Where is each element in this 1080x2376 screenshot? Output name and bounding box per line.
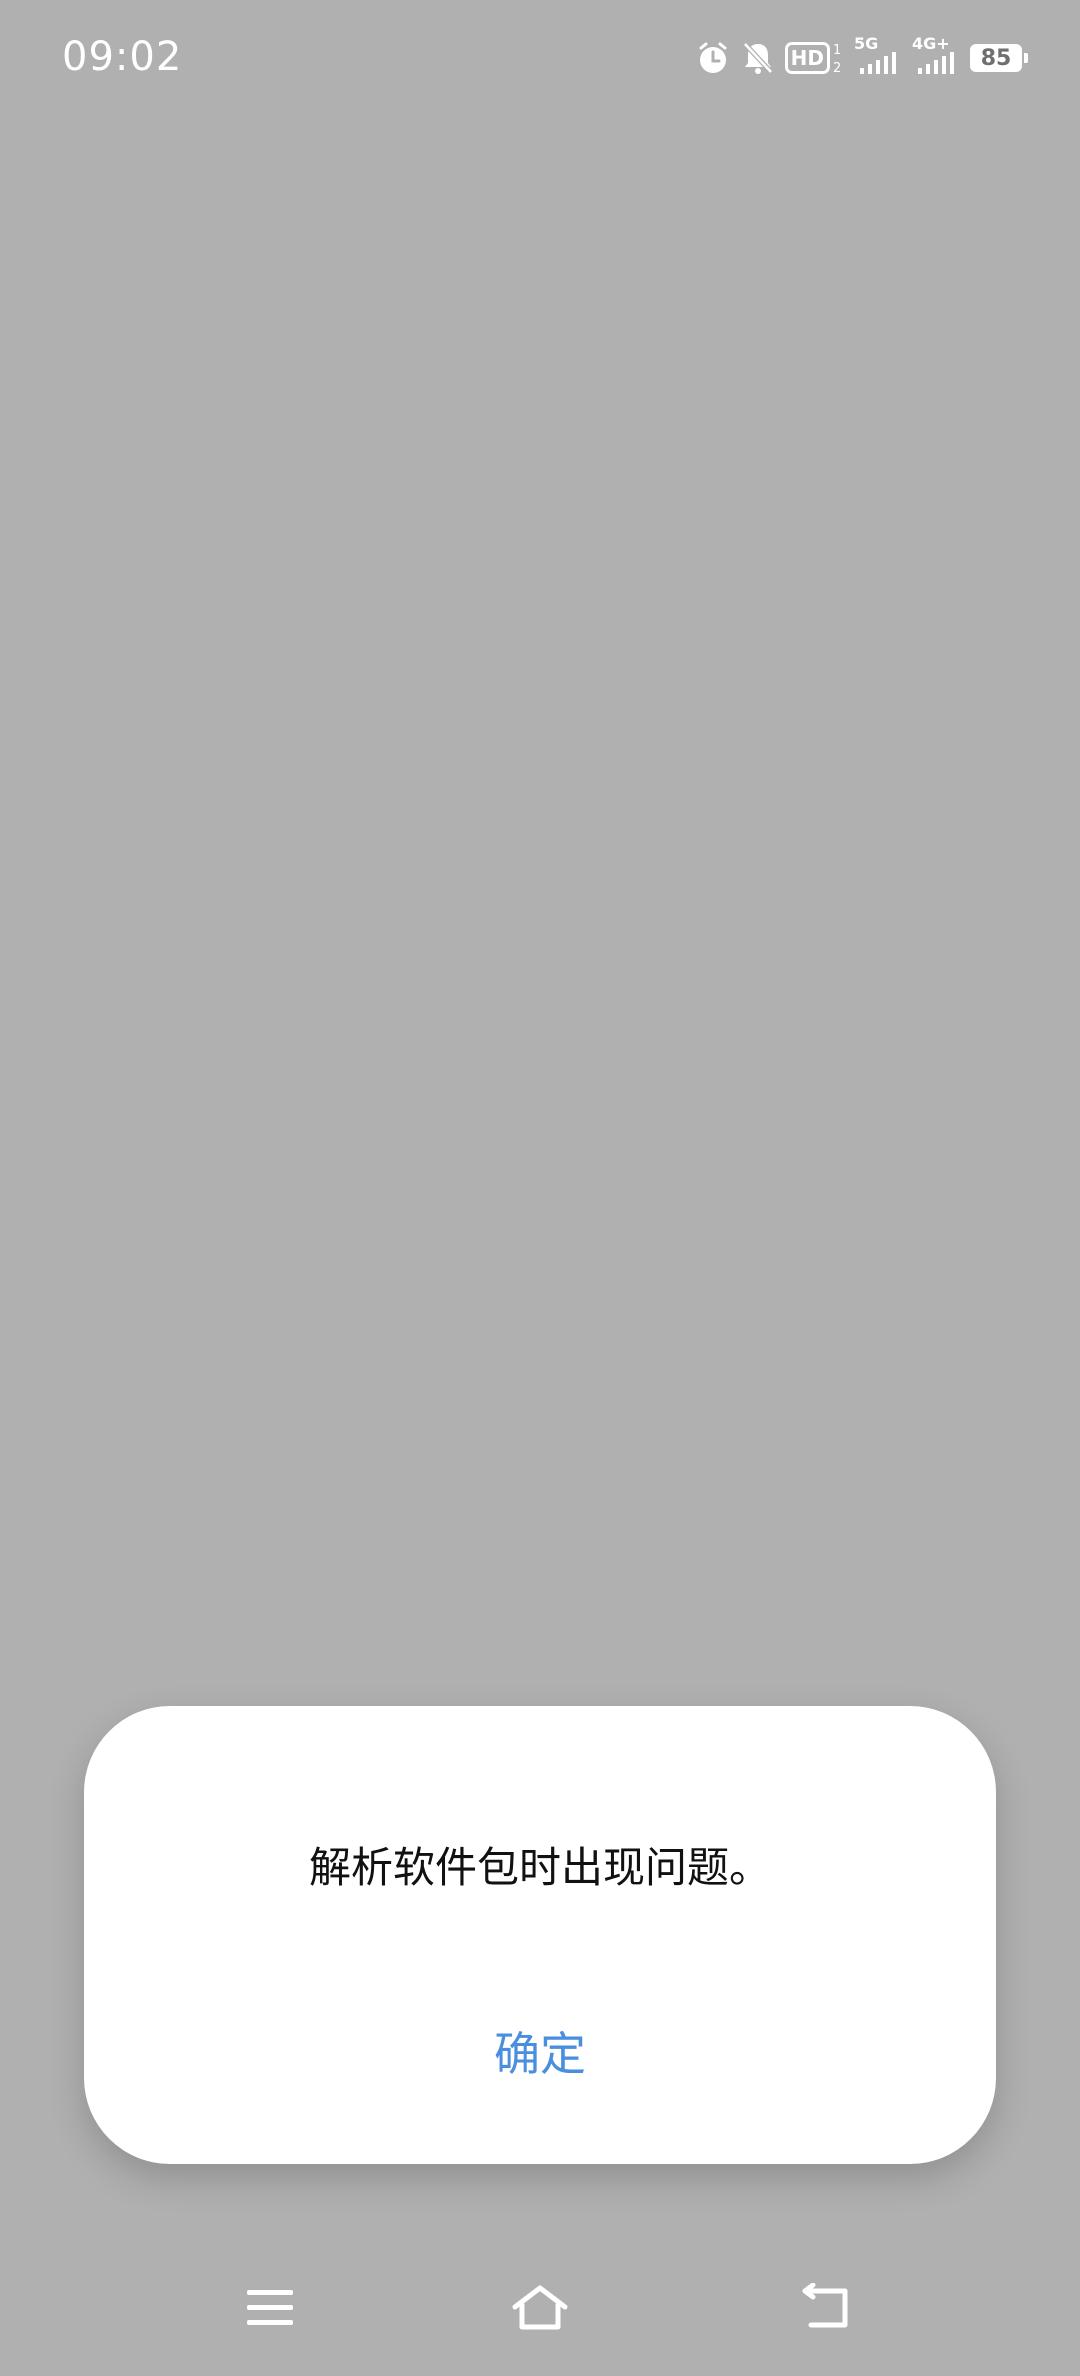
battery-level: 85: [980, 45, 1012, 71]
screen: 09:02 HD 1 2 5G 4G+ 85 解析软件包时出现问题。 确定: [0, 0, 1080, 2376]
4g-signal-icon: 4G+: [912, 36, 960, 78]
dialog-message: 解析软件包时出现问题。: [308, 1843, 771, 1892]
hd-icon: HD 1 2: [784, 41, 844, 75]
home-button[interactable]: [490, 2260, 590, 2360]
back-icon: [799, 2282, 853, 2337]
home-icon: [510, 2283, 570, 2337]
status-icons: HD 1 2 5G 4G+ 85: [695, 36, 1028, 80]
alarm-icon: [695, 40, 731, 76]
menu-button[interactable]: [220, 2260, 320, 2360]
battery-icon: 85: [970, 44, 1028, 72]
svg-text:1: 1: [833, 43, 841, 58]
error-dialog: 解析软件包时出现问题。 确定: [84, 1706, 996, 2164]
5g-signal-icon: 5G: [854, 36, 902, 78]
menu-icon: [245, 2286, 295, 2334]
hd-label: HD: [784, 42, 830, 74]
bell-muted-icon: [741, 40, 775, 76]
confirm-button[interactable]: 确定: [440, 2006, 640, 2096]
svg-text:2: 2: [833, 61, 841, 75]
status-time: 09:02: [62, 34, 183, 80]
status-bar: 09:02 HD 1 2 5G 4G+ 85: [0, 0, 1080, 120]
back-button[interactable]: [776, 2260, 876, 2360]
navigation-bar: [0, 2260, 1080, 2360]
